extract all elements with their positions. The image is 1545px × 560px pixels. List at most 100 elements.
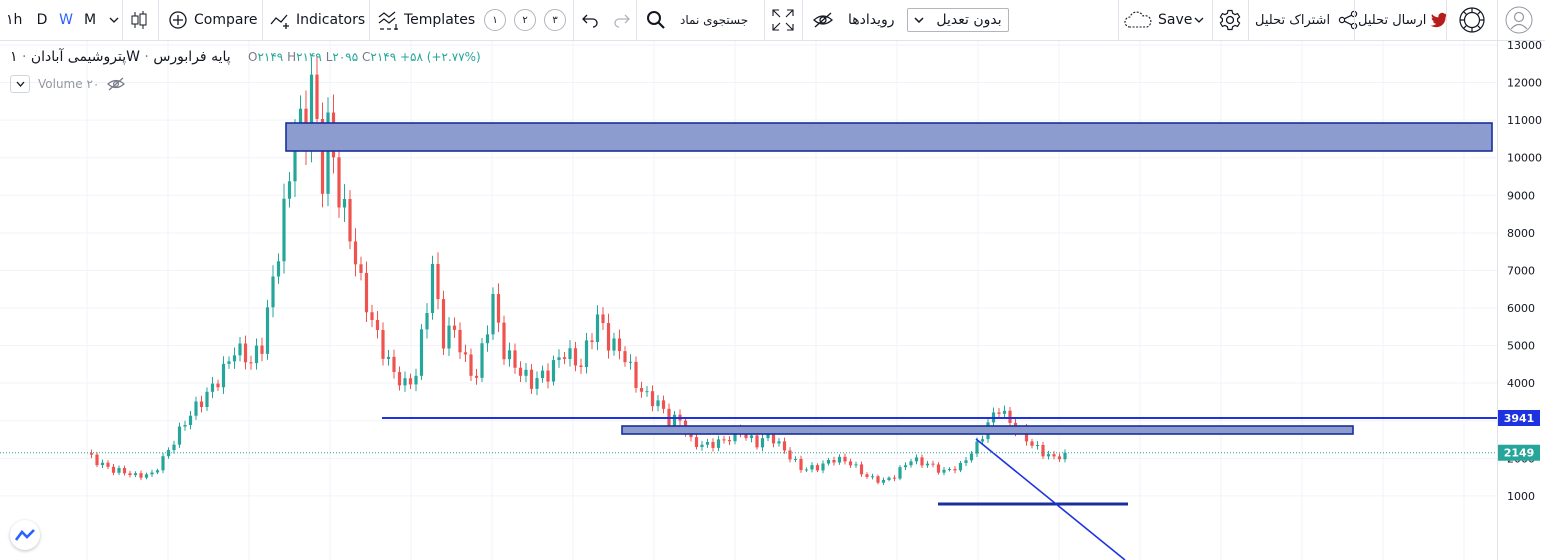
candle-body [133,473,138,476]
level-price-label: 3941 [1504,412,1535,425]
candle-body [243,343,248,363]
candle-body [1063,452,1067,460]
candle-body [711,442,715,448]
fullscreen-icon [772,9,794,31]
chart-type-button[interactable] [128,0,150,40]
tweet-button[interactable]: ارسال تحلیل [1358,0,1448,40]
ohlc-values: O۲۱۴۹ H۲۱۴۹ L۲۰۹۵ C۲۱۴۹ +۵۸ (+۲.۷۷%) [248,50,481,64]
candle-body [606,323,611,351]
candle-body [540,370,545,379]
candle-body [276,261,281,277]
candle-body [359,264,363,273]
candle-body [414,375,418,385]
symbol-search[interactable]: جستجوی نماد [646,0,748,40]
undo-redo [581,0,631,40]
candle-body [980,439,985,442]
candle-body [914,457,919,462]
candle-body [491,294,495,335]
candle-body [1008,410,1012,423]
candle-body [788,450,792,460]
interval-d[interactable]: D [30,12,54,28]
candle-body [485,334,490,344]
candle-body [221,363,226,388]
ohlc-high: ۲۱۴۹ [296,50,322,64]
candle-body [700,444,704,448]
candle-body [254,345,259,364]
candle-body [590,340,594,343]
candle-body [854,464,858,466]
save-button[interactable]: Save [1124,0,1192,40]
candle-body [859,464,864,475]
price-axis[interactable]: 1000200030004000500060007000800090001000… [1497,41,1543,560]
candle-body [183,425,187,427]
candle-body [161,456,165,471]
candle-body [898,467,902,479]
redo-icon[interactable] [613,12,631,28]
ohlc-change: +۵۸ (+۲.۷۷%) [400,50,481,64]
tradingview-logo[interactable] [10,520,40,550]
volume-label: Volume ۲۰ [38,77,100,91]
candle-body [436,264,440,300]
candle-body [150,472,154,475]
templates-label: Templates [404,12,476,28]
candle-body [403,378,407,386]
eye-off-icon [812,11,834,29]
candle-body [408,378,413,385]
share-button[interactable]: اشتراک تحلیل [1255,0,1358,40]
candle-body [392,356,396,373]
resistance-zone-top[interactable] [285,122,1493,152]
share-icon [1338,10,1358,30]
interval-m[interactable]: M [78,12,102,28]
broker-logo-button[interactable] [1458,0,1486,40]
templates-button[interactable]: Templates [378,0,475,40]
fullscreen-button[interactable] [772,0,794,40]
candle-body [1002,410,1007,414]
candle-body [381,330,385,359]
candle-body [106,462,110,467]
candle-body [936,464,941,473]
settings-button[interactable] [1219,0,1241,40]
y-tick-label: 5000 [1507,340,1535,353]
price-chart[interactable]: 1000200030004000500060007000800090001000… [0,41,1545,560]
events-button[interactable]: رویدادها [812,0,895,40]
candle-body [1046,454,1051,457]
resistance-zone-mid[interactable] [621,425,1354,435]
eye-off-icon[interactable] [107,77,126,91]
candle-body [194,401,198,416]
candle-body [843,456,847,462]
candle-body [903,465,908,468]
chevron-down-icon [1194,17,1204,23]
indicators-button[interactable]: Indicators [270,0,365,40]
candle-body [661,400,666,409]
indicators-icon [270,10,292,30]
candle-body [584,340,589,367]
volume-legend: Volume ۲۰ [10,75,126,93]
candle-body [117,468,121,473]
undo-icon[interactable] [581,12,599,28]
candle-body [507,350,512,360]
legend-symbol[interactable]: پتروشیمی آبادان [31,49,126,65]
candle-body [496,294,501,323]
layout-1-button[interactable]: ۱ [484,9,506,31]
collapse-legend-button[interactable] [10,75,30,93]
compare-button[interactable]: Compare [168,0,258,40]
layout-3-button[interactable]: ۳ [544,9,566,31]
candle-body [694,437,699,448]
candle-body [997,412,1001,414]
user-avatar[interactable] [1505,0,1533,40]
adjustment-select[interactable]: بدون تعدیل [907,8,1009,32]
candle-body [958,462,963,471]
candle-body [749,435,754,439]
candle-body [777,441,781,444]
candle-body [397,372,402,386]
candle-body [601,314,605,324]
downtrend-line[interactable] [975,438,1126,560]
interval-w[interactable]: W [54,12,78,28]
candle-body [216,383,220,388]
candle-body [205,391,209,408]
candle-body [502,322,506,360]
save-options-button[interactable] [1194,0,1204,40]
cloud-icon [1124,11,1152,29]
interval-1h[interactable]: ۱h [6,12,30,28]
layout-2-button[interactable]: ۲ [514,9,536,31]
